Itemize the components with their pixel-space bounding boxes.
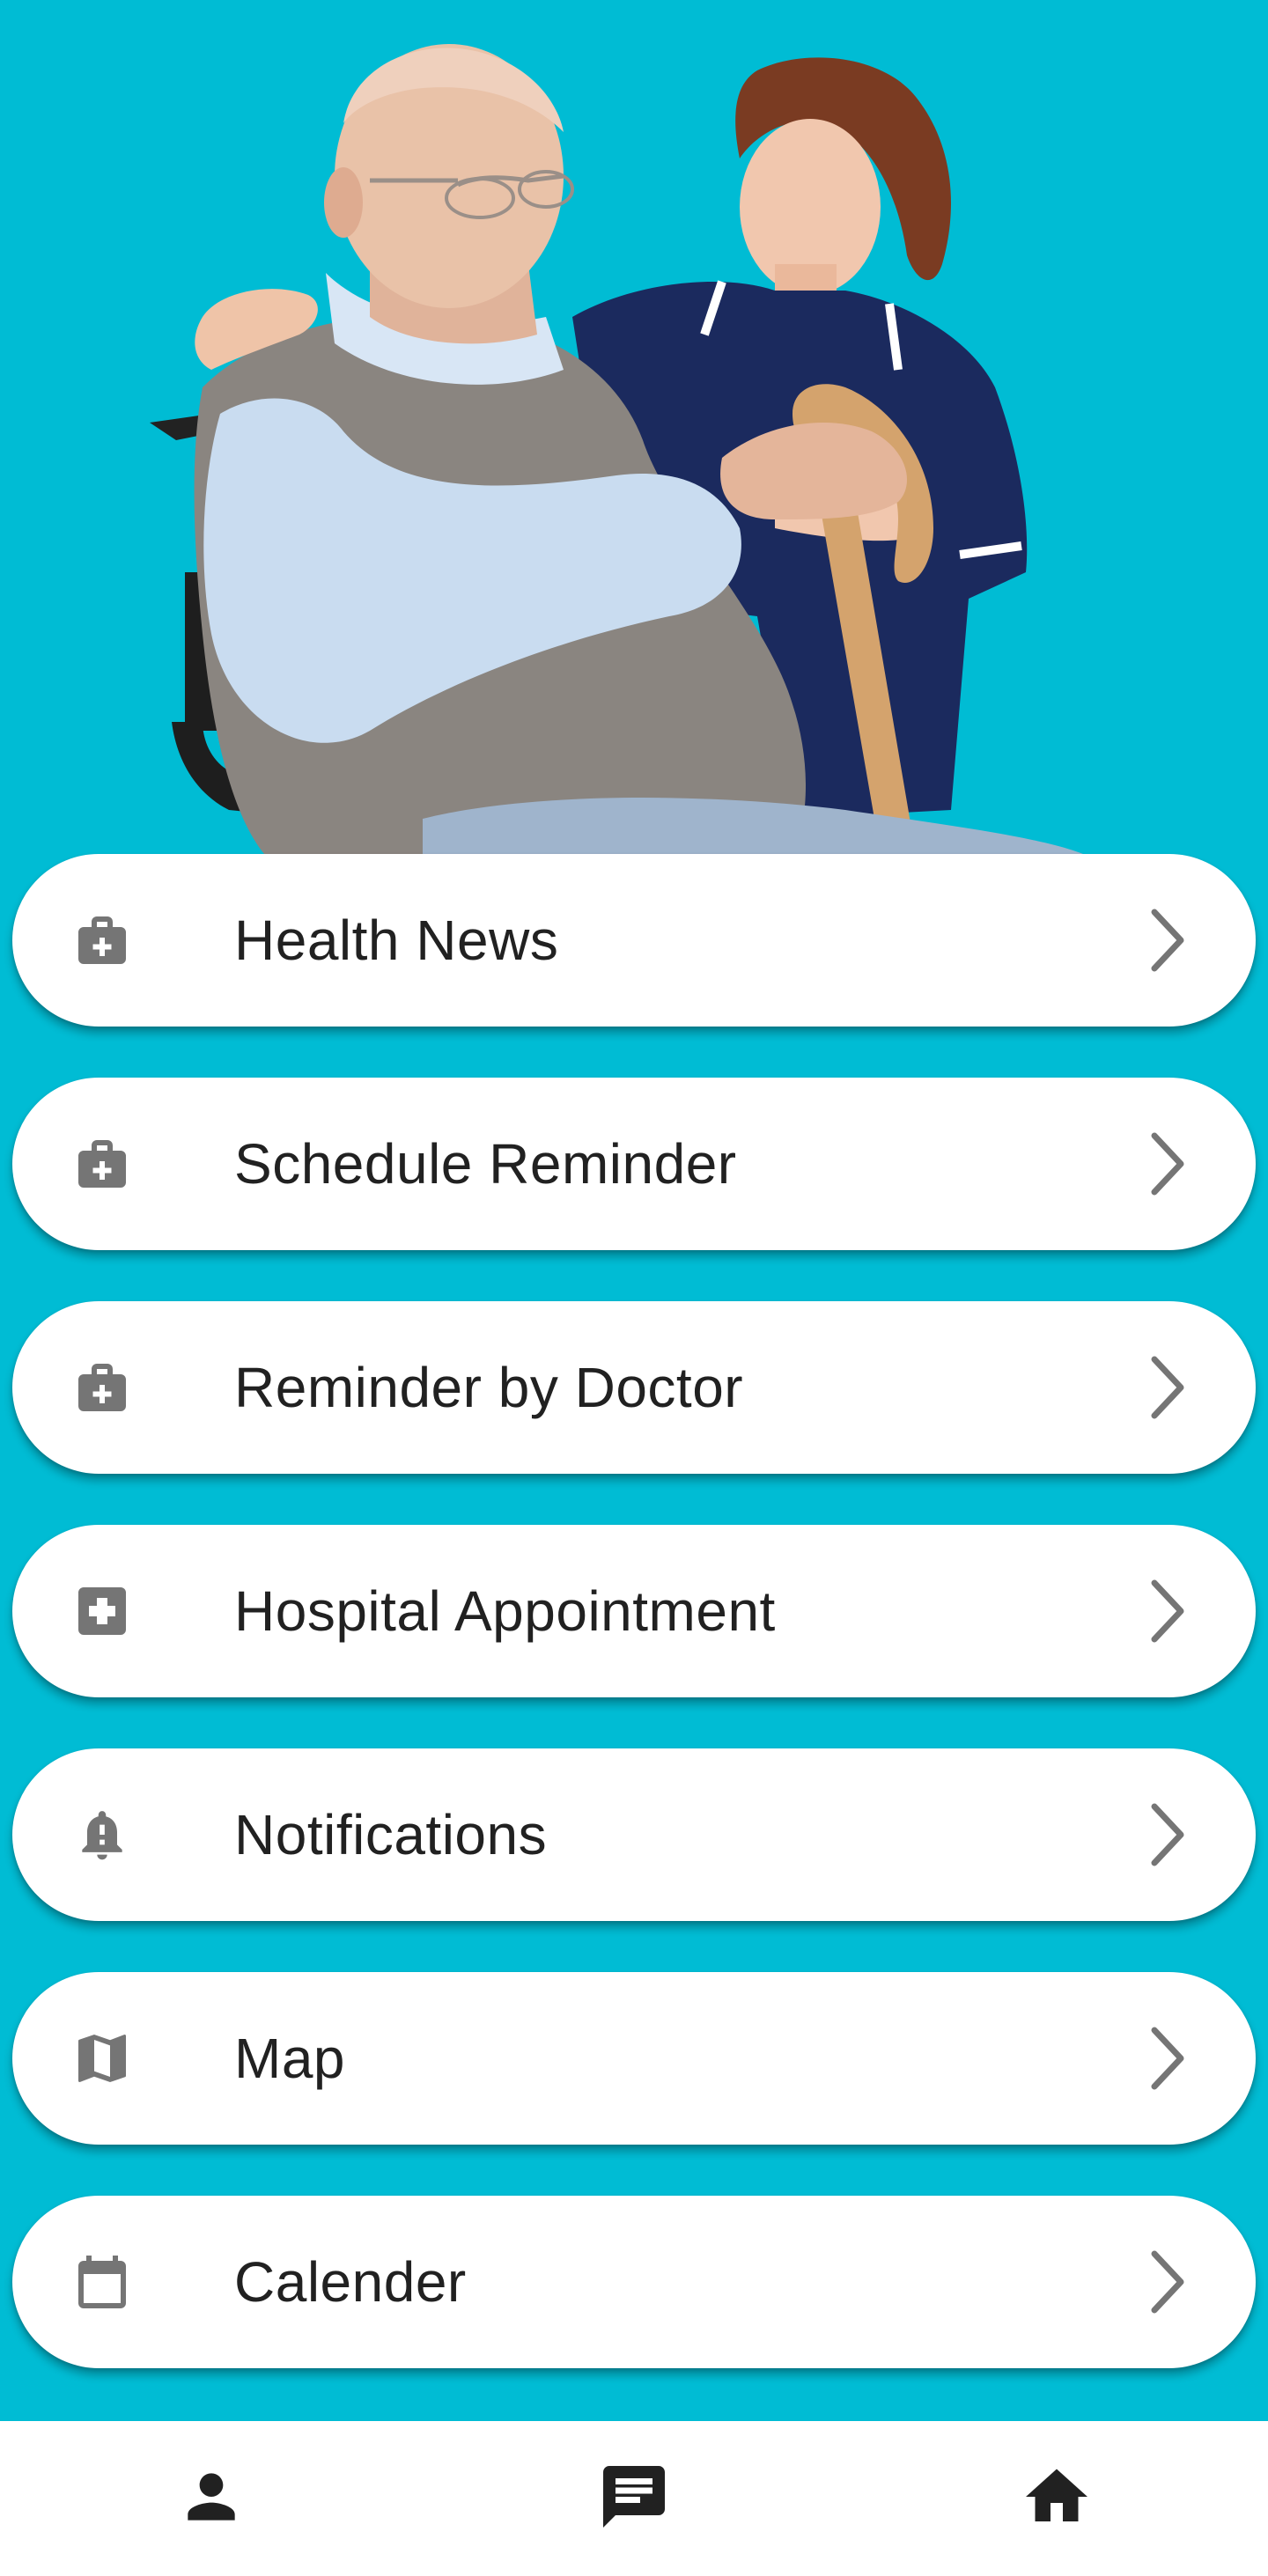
menu-item-notifications[interactable]: Notifications <box>12 1748 1256 1921</box>
hero-image <box>0 0 1268 854</box>
medical-bag-icon <box>67 905 137 975</box>
home-icon <box>1020 2460 1094 2538</box>
menu-item-hospital-appointment[interactable]: Hospital Appointment <box>12 1525 1256 1697</box>
menu-item-map[interactable]: Map <box>12 1972 1256 2145</box>
map-icon <box>67 2023 137 2094</box>
chevron-right-icon <box>1141 1576 1194 1646</box>
nav-chat-button[interactable] <box>590 2455 678 2543</box>
chat-icon <box>597 2460 671 2538</box>
menu-item-label: Calender <box>234 2250 467 2314</box>
menu-item-calender[interactable]: Calender <box>12 2196 1256 2368</box>
elderly-man-with-nurse-illustration <box>150 44 1083 854</box>
chevron-right-icon <box>1141 1129 1194 1199</box>
chevron-right-icon <box>1141 1352 1194 1423</box>
menu-item-label: Health News <box>234 909 559 972</box>
menu-item-label: Notifications <box>234 1803 548 1866</box>
chevron-right-icon <box>1141 2023 1194 2094</box>
menu-item-label: Reminder by Doctor <box>234 1356 744 1419</box>
bottom-navigation-bar <box>0 2421 1268 2576</box>
bell-alert-icon <box>67 1800 137 1870</box>
menu-item-label: Map <box>234 2027 345 2090</box>
person-icon <box>176 2462 247 2536</box>
calendar-icon <box>67 2247 137 2317</box>
menu-item-reminder-by-doctor[interactable]: Reminder by Doctor <box>12 1301 1256 1474</box>
medical-bag-icon <box>67 1129 137 1199</box>
chevron-right-icon <box>1141 1800 1194 1870</box>
chevron-right-icon <box>1141 2247 1194 2317</box>
chevron-right-icon <box>1141 905 1194 975</box>
nav-home-button[interactable] <box>1013 2455 1101 2543</box>
medical-bag-icon <box>67 1352 137 1423</box>
menu-item-health-news[interactable]: Health News <box>12 854 1256 1027</box>
menu-item-label: Schedule Reminder <box>234 1132 737 1196</box>
hospital-box-icon <box>67 1576 137 1646</box>
menu-item-label: Hospital Appointment <box>234 1579 776 1643</box>
menu-item-schedule-reminder[interactable]: Schedule Reminder <box>12 1078 1256 1250</box>
nav-profile-button[interactable] <box>167 2455 255 2543</box>
